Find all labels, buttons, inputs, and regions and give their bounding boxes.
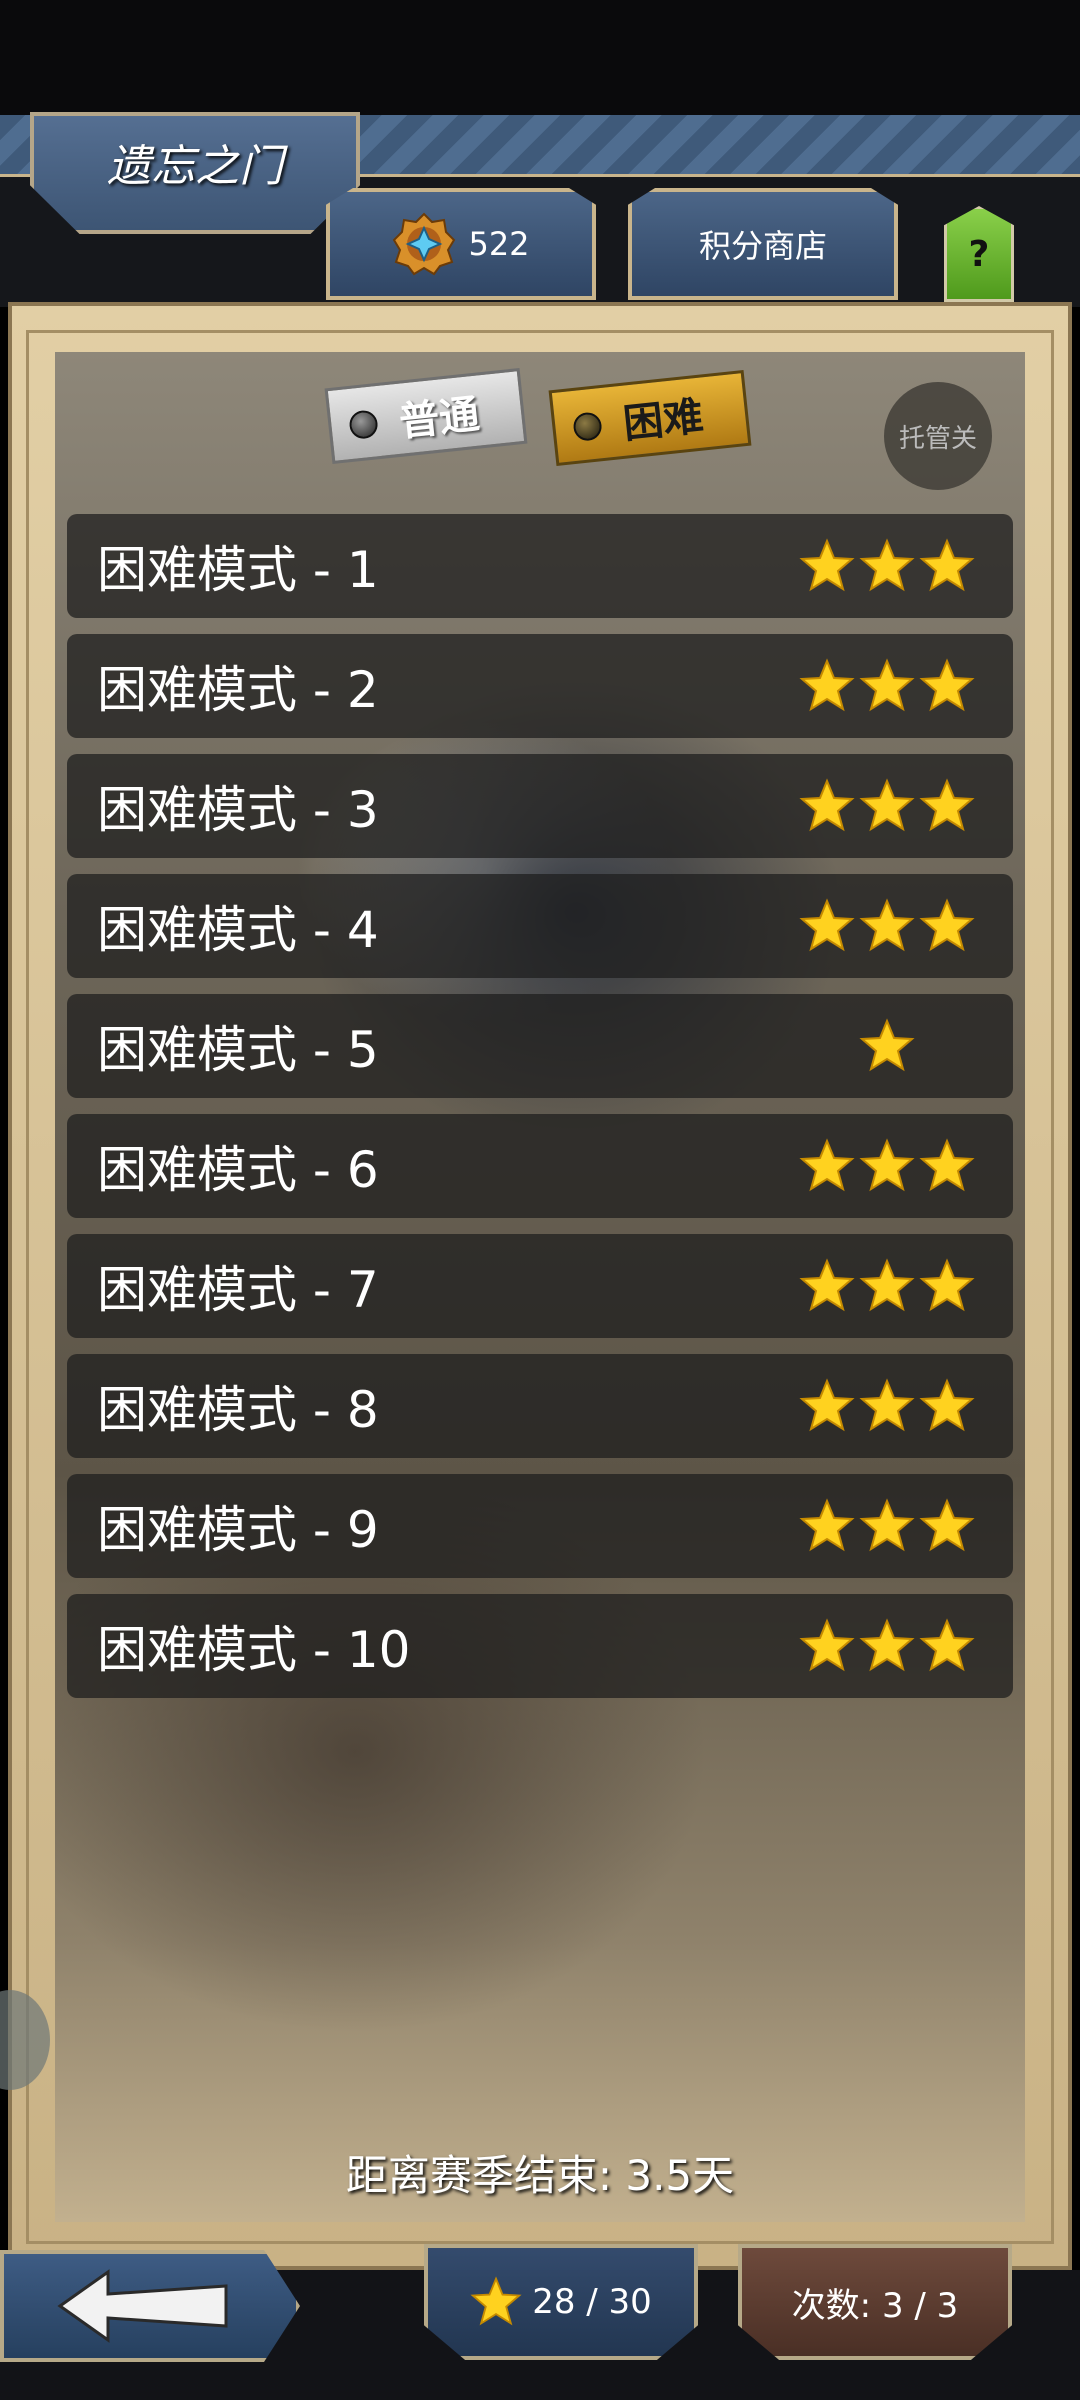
level-label: 困难模式 - 7 [97, 1261, 379, 1319]
star-icon [799, 1258, 855, 1314]
star-icon [859, 1378, 915, 1434]
star-icon [919, 538, 975, 594]
star-icon [470, 2276, 522, 2328]
level-stars [797, 1378, 977, 1434]
level-label: 困难模式 - 3 [97, 781, 379, 839]
back-button[interactable] [0, 2250, 300, 2362]
level-list: 困难模式 - 1 困难模式 - 2 困难模式 - 3 困难模式 - 4 困难模式 - 5… [67, 514, 1013, 1714]
star-icon [919, 898, 975, 954]
level-row[interactable]: 困难模式 - 3 [67, 754, 1013, 858]
points-value: 522 [468, 225, 530, 263]
level-label: 困难模式 - 5 [97, 1021, 379, 1079]
level-label: 困难模式 - 6 [97, 1141, 379, 1199]
level-label: 困难模式 - 4 [97, 901, 379, 959]
star-icon [799, 1138, 855, 1194]
level-stars [797, 1138, 977, 1194]
hard-mode-label: 困难 [621, 393, 706, 448]
level-row[interactable]: 困难模式 - 7 [67, 1234, 1013, 1338]
level-row[interactable]: 困难模式 - 9 [67, 1474, 1013, 1578]
season-countdown: 距离赛季结束: 3.5天 [345, 2151, 735, 2200]
status-area [0, 0, 1080, 115]
normal-indicator-icon [348, 409, 379, 440]
star-icon [799, 538, 855, 594]
star-icon [919, 1618, 975, 1674]
stars-total-value: 28 / 30 [532, 2282, 652, 2322]
level-stars [797, 778, 977, 834]
level-row[interactable]: 困难模式 - 8 [67, 1354, 1013, 1458]
star-icon [799, 898, 855, 954]
star-icon [919, 1138, 975, 1194]
level-label: 困难模式 - 1 [97, 541, 379, 599]
level-stars [797, 1498, 977, 1554]
star-icon [799, 1378, 855, 1434]
star-icon [859, 658, 915, 714]
points-display: 522 [326, 188, 596, 300]
stars-total: 28 / 30 [424, 2244, 698, 2360]
star-icon [919, 1258, 975, 1314]
star-icon [859, 1258, 915, 1314]
star-icon [799, 1498, 855, 1554]
star-icon [919, 778, 975, 834]
level-stars [797, 1258, 977, 1314]
star-icon [919, 1498, 975, 1554]
star-icon [859, 778, 915, 834]
star-icon [859, 1018, 915, 1074]
level-stars [797, 1018, 977, 1074]
level-stars [797, 898, 977, 954]
level-stars [797, 1618, 977, 1674]
attempts-counter: 次数: 3 / 3 [738, 2244, 1012, 2360]
level-row[interactable]: 困难模式 - 5 [67, 994, 1013, 1098]
help-button[interactable]: ? [944, 206, 1014, 302]
level-row[interactable]: 困难模式 - 6 [67, 1114, 1013, 1218]
level-label: 困难模式 - 9 [97, 1501, 379, 1559]
star-icon [859, 898, 915, 954]
star-icon [799, 658, 855, 714]
normal-mode-label: 普通 [397, 391, 482, 446]
auto-battle-label: 托管关 [898, 423, 977, 454]
star-icon [799, 778, 855, 834]
star-icon [919, 1378, 975, 1434]
title-plate: 遗忘之门 [30, 112, 360, 234]
star-icon [859, 1498, 915, 1554]
points-shop-label: 积分商店 [698, 227, 827, 265]
level-row[interactable]: 困难模式 - 4 [67, 874, 1013, 978]
level-label: 困难模式 - 2 [97, 661, 379, 719]
star-icon [859, 1138, 915, 1194]
back-arrow-icon [57, 2269, 228, 2343]
star-icon [859, 1618, 915, 1674]
level-stars [797, 538, 977, 594]
level-row[interactable]: 困难模式 - 2 [67, 634, 1013, 738]
level-label: 困难模式 - 8 [97, 1381, 379, 1439]
star-icon [859, 538, 915, 594]
attempts-value: 次数: 3 / 3 [791, 2285, 959, 2326]
level-stars [797, 658, 977, 714]
auto-battle-button[interactable]: 托管关 [884, 382, 992, 490]
points-shop-button[interactable]: 积分商店 [628, 188, 898, 300]
level-label: 困难模式 - 10 [97, 1621, 411, 1679]
level-row[interactable]: 困难模式 - 10 [67, 1594, 1013, 1698]
star-icon [799, 1618, 855, 1674]
star-icon [919, 658, 975, 714]
hard-indicator-icon [572, 411, 603, 442]
help-label: ? [968, 233, 990, 275]
page-title: 遗忘之门 [107, 141, 283, 192]
gem-icon [392, 212, 456, 276]
level-row[interactable]: 困难模式 - 1 [67, 514, 1013, 618]
